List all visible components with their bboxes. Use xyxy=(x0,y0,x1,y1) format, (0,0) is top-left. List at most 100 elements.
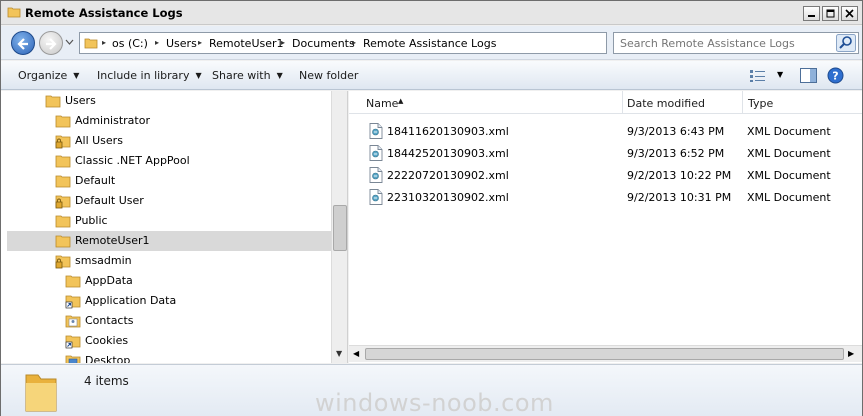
search-box[interactable] xyxy=(613,32,859,54)
file-date-modified: 9/3/2013 6:43 PM xyxy=(627,125,725,138)
preview-pane-icon[interactable] xyxy=(800,68,817,83)
share-with-label: Share with xyxy=(212,69,271,82)
shortcut-folder-icon xyxy=(65,295,81,309)
title-bar: Remote Assistance Logs xyxy=(1,1,862,25)
scrollbar-thumb[interactable] xyxy=(333,205,347,251)
folder-icon xyxy=(45,95,61,108)
breadcrumb-separator-icon[interactable]: ▸ xyxy=(281,38,285,47)
breadcrumb-item[interactable]: Documents xyxy=(292,37,355,50)
search-icon xyxy=(836,34,856,52)
organize-button[interactable]: Organize ▼ xyxy=(18,69,79,82)
file-date-modified: 9/2/2013 10:22 PM xyxy=(627,169,732,182)
file-type: XML Document xyxy=(747,169,831,182)
breadcrumb-separator-icon[interactable]: ▸ xyxy=(155,38,159,47)
maximize-button[interactable] xyxy=(822,6,839,21)
tree-item-label: RemoteUser1 xyxy=(75,234,150,247)
breadcrumb-item[interactable]: os (C:) xyxy=(112,37,148,50)
horizontal-scrollbar[interactable]: ◀ ▶ xyxy=(349,345,862,362)
breadcrumb-item[interactable]: Users xyxy=(166,37,197,50)
column-header-date-modified[interactable]: Date modified xyxy=(623,91,743,114)
help-icon[interactable]: ? xyxy=(827,67,844,84)
breadcrumb-separator-icon[interactable]: ▸ xyxy=(352,38,356,47)
details-pane: 4 items windows-noob.com xyxy=(1,364,862,416)
column-header-label: Name xyxy=(366,97,399,110)
folder-icon xyxy=(25,374,57,412)
navigation-scrollbar[interactable]: ▼ xyxy=(331,91,347,363)
file-row[interactable]: 18411620130903.xml 9/3/2013 6:43 PM XML Do… xyxy=(349,120,862,142)
forward-arrow-icon xyxy=(46,38,57,50)
search-input[interactable] xyxy=(620,36,830,50)
file-type: XML Document xyxy=(747,125,831,138)
breadcrumb-separator-icon[interactable]: ▸ xyxy=(102,38,106,47)
command-bar: Organize ▼ Include in library ▼ Share with… xyxy=(1,61,862,90)
share-with-button[interactable]: Share with ▼ xyxy=(212,69,283,82)
folder-icon xyxy=(7,7,21,18)
column-header-label: Type xyxy=(748,97,774,110)
folder-icon xyxy=(84,38,98,49)
back-button[interactable] xyxy=(11,31,35,55)
file-name: 18442520130903.xml xyxy=(387,147,509,160)
file-name: 22220720130902.xml xyxy=(387,169,509,182)
address-bar[interactable]: ▸ os (C:) ▸ Users ▸ RemoteUser1 ▸ Docume… xyxy=(79,32,685,54)
file-row[interactable]: 22310320130902.xml 9/2/2013 10:31 PM XML D… xyxy=(349,186,862,208)
tree-item-label: Default xyxy=(75,174,116,187)
view-options-dropdown-icon[interactable]: ▼ xyxy=(777,70,783,79)
folder-icon xyxy=(55,175,71,188)
file-row[interactable]: 18442520130903.xml 9/3/2013 6:52 PM XML Do… xyxy=(349,142,862,164)
tree-item-label: All Users xyxy=(75,134,123,147)
xml-file-icon xyxy=(369,189,383,205)
tree-item[interactable]: RemoteUser1 xyxy=(7,231,331,251)
include-in-library-button[interactable]: Include in library ▼ xyxy=(97,69,202,82)
file-date-modified: 9/3/2013 6:52 PM xyxy=(627,147,725,160)
file-list-pane: Name ▲ Date modified Type 18411620130903… xyxy=(349,91,862,363)
svg-text:?: ? xyxy=(832,70,838,83)
navigation-pane: Users Administrator All Users Classic .NET … xyxy=(1,91,348,363)
file-date-modified: 9/2/2013 10:31 PM xyxy=(627,191,732,204)
new-folder-button[interactable]: New folder xyxy=(299,69,358,82)
tree-item-label: AppData xyxy=(85,274,133,287)
locked-folder-icon xyxy=(55,195,71,209)
column-header-label: Date modified xyxy=(627,97,705,110)
locked-folder-icon xyxy=(55,135,71,149)
view-options-icon[interactable] xyxy=(749,69,767,83)
include-in-library-label: Include in library xyxy=(97,69,190,82)
shortcut-folder-icon xyxy=(65,335,81,349)
file-type: XML Document xyxy=(747,147,831,160)
minimize-button[interactable] xyxy=(803,6,820,21)
folder-icon xyxy=(55,215,71,228)
xml-file-icon xyxy=(369,145,383,161)
tree-item-label: Classic .NET AppPool xyxy=(75,154,190,167)
breadcrumb-separator-icon[interactable]: ▸ xyxy=(198,38,202,47)
file-name: 22310320130902.xml xyxy=(387,191,509,204)
column-header-row: Name ▲ Date modified Type xyxy=(349,91,862,114)
tree-item-label: Users xyxy=(65,94,96,107)
file-row[interactable]: 22220720130902.xml 9/2/2013 10:22 PM XML D… xyxy=(349,164,862,186)
sort-ascending-icon: ▲ xyxy=(398,97,404,105)
tree-item-label: Default User xyxy=(75,194,144,207)
window-title: Remote Assistance Logs xyxy=(25,6,183,20)
folder-icon xyxy=(55,235,71,248)
column-header-name[interactable]: Name ▲ xyxy=(349,91,623,114)
folder-icon xyxy=(55,115,71,128)
chevron-down-icon: ▼ xyxy=(276,71,283,80)
scrollbar-thumb[interactable] xyxy=(365,348,844,360)
close-button[interactable] xyxy=(841,6,858,21)
file-type: XML Document xyxy=(747,191,831,204)
item-count: 4 items xyxy=(84,374,129,388)
chevron-down-icon: ▼ xyxy=(195,71,202,80)
folder-icon xyxy=(55,155,71,168)
breadcrumb-item[interactable]: Remote Assistance Logs xyxy=(363,37,496,50)
tree-item-label: Administrator xyxy=(75,114,150,127)
scroll-right-icon[interactable]: ▶ xyxy=(848,349,854,358)
scroll-down-icon[interactable]: ▼ xyxy=(336,349,342,358)
file-name: 18411620130903.xml xyxy=(387,125,509,138)
search-button[interactable] xyxy=(836,34,856,52)
breadcrumb-item[interactable]: RemoteUser1 xyxy=(209,37,284,50)
tree-item-label: Desktop xyxy=(85,354,131,363)
tree-item-label: Application Data xyxy=(85,294,177,307)
scroll-left-icon[interactable]: ◀ xyxy=(353,349,359,358)
xml-file-icon xyxy=(369,123,383,139)
recent-pages-dropdown-icon[interactable] xyxy=(65,39,74,45)
forward-button[interactable] xyxy=(39,31,63,55)
column-header-type[interactable]: Type xyxy=(743,91,862,114)
